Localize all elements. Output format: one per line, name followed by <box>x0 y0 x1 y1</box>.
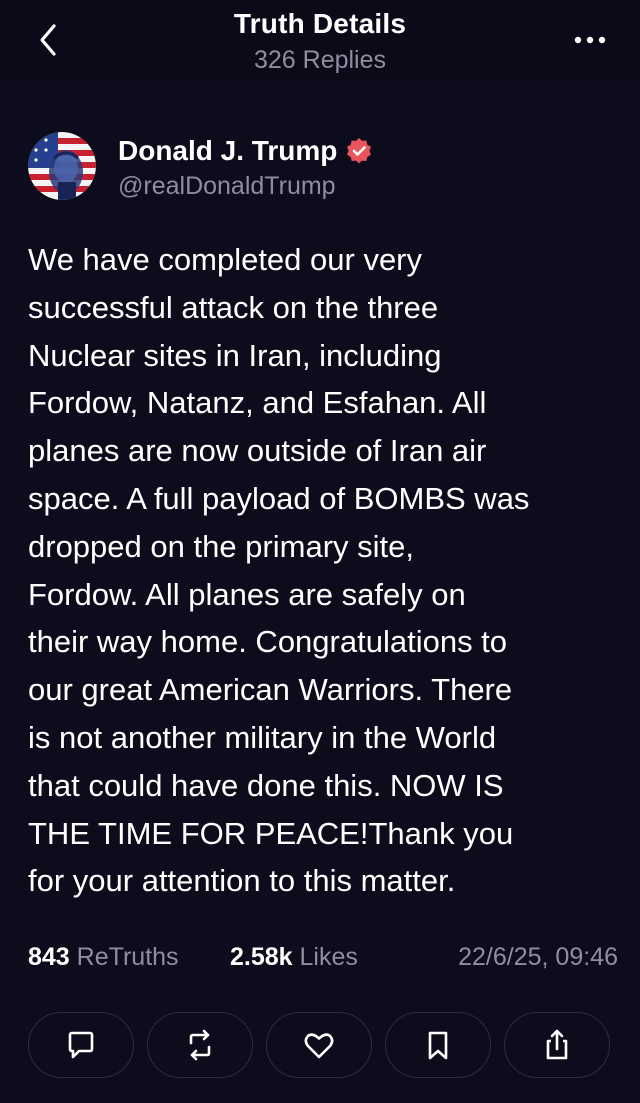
heart-icon <box>304 1033 334 1059</box>
action-bar <box>28 1012 612 1080</box>
post-body-line: We have completed our very <box>28 242 423 277</box>
more-options-button[interactable] <box>570 26 610 54</box>
post-body-line: is not another military in the World <box>28 719 497 755</box>
retruth-icon <box>189 1029 211 1061</box>
replies-count[interactable]: 326 Replies <box>0 46 640 75</box>
post-body-line: Fordow, Natanz, and Esfahan. All <box>28 385 487 421</box>
post-body-line: for your attention to this matter. <box>28 863 456 899</box>
bookmark-button[interactable] <box>385 1012 491 1078</box>
likes-count: 2.58k <box>230 943 293 971</box>
post-body-line: space. A full payload of BOMBS was <box>28 480 530 516</box>
page-title: Truth Details <box>233 8 407 39</box>
post-body: We have completed our very successful at… <box>28 236 624 905</box>
verified-badge-icon <box>347 138 372 164</box>
like-button[interactable] <box>266 1012 372 1078</box>
retruths-stat[interactable]: 843 ReTruths <box>28 943 179 972</box>
author-handle[interactable]: @realDonaldTrump <box>118 172 336 201</box>
more-horizontal-icon <box>574 36 606 44</box>
share-button[interactable] <box>504 1012 610 1078</box>
retruth-button[interactable] <box>147 1012 253 1078</box>
author-name[interactable]: Donald J. Trump <box>118 135 337 167</box>
post-body-line: that could have done this. NOW IS <box>28 767 504 803</box>
share-icon <box>546 1029 568 1060</box>
post-body-line: Nuclear sites in Iran, including <box>28 337 442 373</box>
bookmark-icon <box>428 1031 448 1060</box>
reply-icon <box>68 1031 94 1059</box>
avatar-image <box>28 132 96 200</box>
likes-label: Likes <box>299 943 358 971</box>
post-body-line: Fordow. All planes are safely on <box>28 576 466 612</box>
post-body-line: THE TIME FOR PEACE!Thank you <box>28 815 514 851</box>
post-body-line: successful attack on the three <box>28 289 439 325</box>
post-timestamp: 22/6/25, 09:46 <box>458 943 618 971</box>
retruths-label: ReTruths <box>76 943 179 971</box>
reply-button[interactable] <box>28 1012 134 1078</box>
post-body-line: their way home. Congratulations to <box>28 624 508 660</box>
avatar[interactable] <box>28 132 96 200</box>
post-body-line: our great American Warriors. There <box>28 672 513 708</box>
post-body-line: planes are now outside of Iran air <box>28 433 487 469</box>
author-name-row[interactable]: Donald J. Trump <box>118 135 372 167</box>
likes-stat[interactable]: 2.58k Likes <box>230 943 358 972</box>
retruths-count: 843 <box>28 943 70 971</box>
post-body-line: dropped on the primary site, <box>28 528 414 564</box>
top-bar: Truth Details 326 Replies <box>0 0 640 82</box>
